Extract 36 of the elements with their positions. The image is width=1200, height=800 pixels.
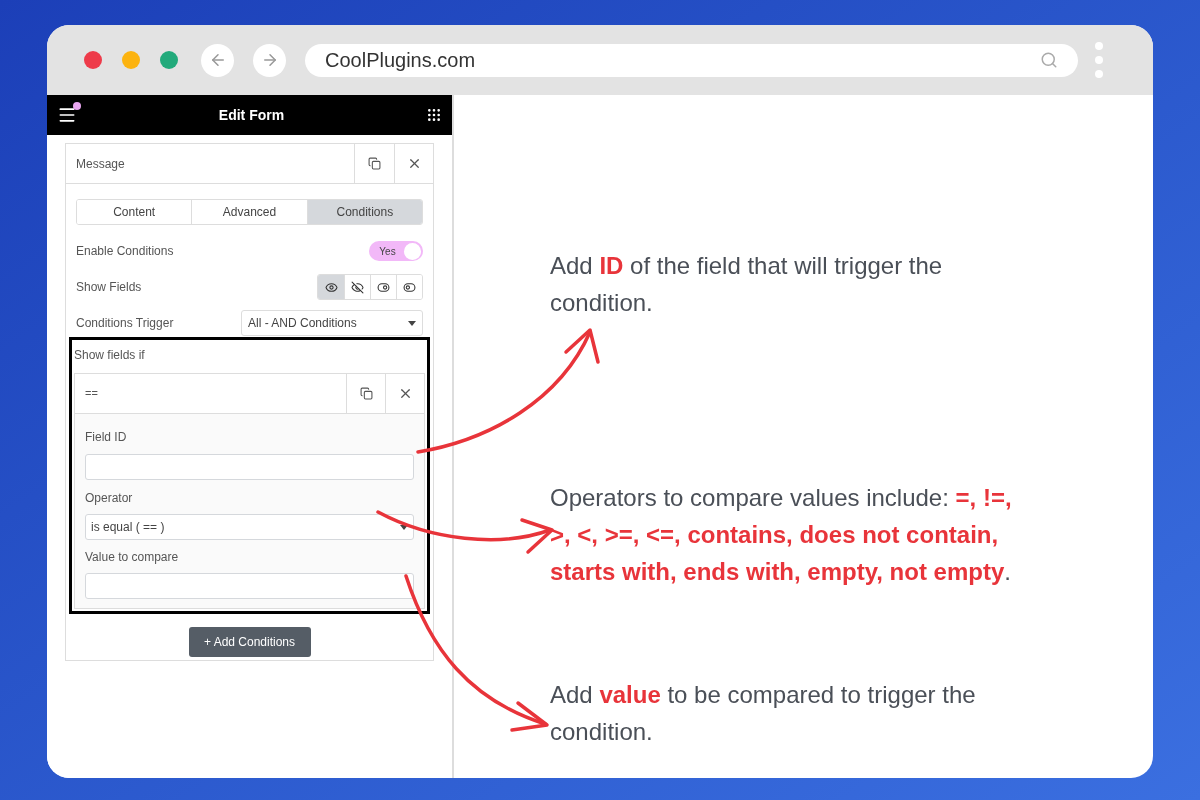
- url-text: CoolPlugins.com: [325, 48, 476, 73]
- value-input[interactable]: [85, 573, 414, 599]
- operator-dropdown[interactable]: is equal ( == ): [85, 514, 414, 540]
- toggle-off-option-button[interactable]: [396, 275, 422, 299]
- field-label: Operator: [85, 490, 134, 507]
- back-button[interactable]: [201, 43, 234, 77]
- tab[interactable]: Conditions: [306, 200, 422, 224]
- more-menu-icon[interactable]: [1095, 42, 1103, 78]
- show-icon: [324, 280, 338, 294]
- show-option-button[interactable]: [318, 275, 344, 299]
- menu-icon[interactable]: [57, 105, 77, 125]
- field-label: Show Fields: [76, 279, 142, 296]
- toggle-switch[interactable]: Yes: [369, 241, 423, 261]
- field-label: Enable Conditions: [76, 243, 174, 260]
- field-label: Conditions Trigger: [76, 315, 174, 332]
- search-icon[interactable]: [1040, 51, 1058, 69]
- address-bar[interactable]: CoolPlugins.com: [305, 43, 1078, 77]
- add-conditions-button[interactable]: + Add Conditions: [188, 627, 311, 657]
- editor-title: Edit Form: [218, 105, 285, 125]
- section-label: Show fields if: [74, 347, 146, 364]
- apps-grid-icon[interactable]: [426, 107, 442, 123]
- field-label: Field ID: [85, 429, 128, 446]
- annotation-text: Operators to compare values include: =, !=, >, <, >=, <=, contains, does not contain, starts with, ends with, empty, not empty.: [550, 483, 1013, 587]
- field-label: Value to compare: [85, 549, 180, 566]
- trigger-dropdown[interactable]: All - AND Conditions: [241, 310, 423, 336]
- forward-button[interactable]: [253, 43, 286, 77]
- copy-icon: [359, 387, 373, 400]
- widget-title: Message: [75, 155, 126, 173]
- condition-title: ==: [84, 386, 99, 402]
- field-id-input[interactable]: [85, 454, 414, 480]
- hide-icon: [351, 280, 364, 294]
- toggle-off-icon: [403, 280, 416, 294]
- copy-icon: [368, 157, 381, 170]
- annotation-text: Add value to be compared to trigger the condition.: [550, 680, 977, 747]
- annotation-text: Add ID of the field that will trigger the condition.: [550, 251, 944, 318]
- toggle-on-icon: [377, 280, 390, 294]
